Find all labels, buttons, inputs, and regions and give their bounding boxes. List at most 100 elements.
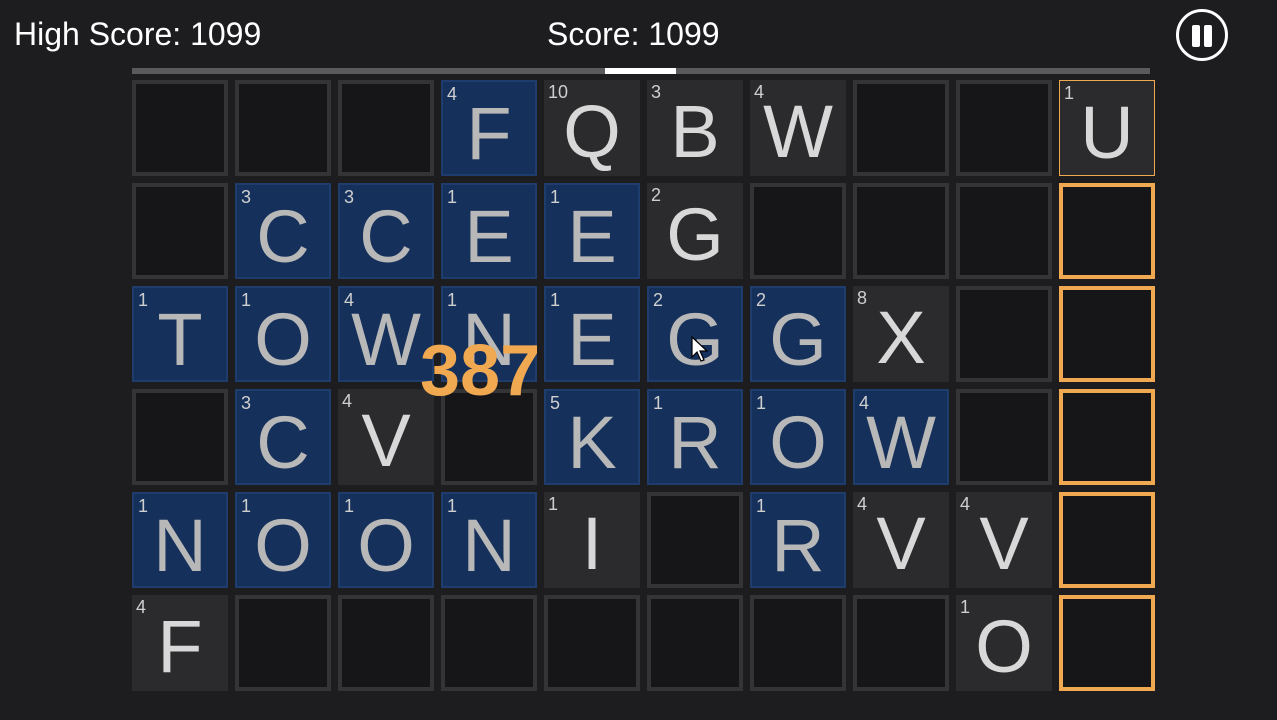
empty-cell[interactable] [853,595,949,691]
progress-indicator [605,68,676,74]
empty-cell[interactable] [441,389,537,485]
tile-letter: C [359,195,413,278]
letter-tile[interactable]: 1R [647,389,743,485]
letter-tile[interactable]: 3C [338,183,434,279]
tile-letter: C [256,195,310,278]
tile-letter: X [876,296,926,379]
letter-grid: 4F10Q3B4W1U3C3C1E1E2G1T1O4W1N1E2G2G8X3C4… [130,78,1155,693]
letter-tile[interactable]: 1N [132,492,228,588]
empty-cell[interactable] [853,80,949,176]
tile-letter: W [763,90,833,173]
tile-letter: O [975,605,1033,688]
empty-cell[interactable] [132,389,228,485]
letter-tile[interactable]: 1I [544,492,640,588]
letter-tile[interactable]: 1O [235,492,331,588]
letter-tile[interactable]: 4V [853,492,949,588]
tile-letter: O [254,504,312,587]
tile-letter: Q [563,90,621,173]
tile-letter: U [1080,91,1134,174]
letter-tile[interactable]: 4F [132,595,228,691]
empty-cell[interactable] [956,286,1052,382]
pause-button[interactable] [1176,9,1228,61]
letter-tile[interactable]: 1O [338,492,434,588]
letter-tile[interactable]: 4W [338,286,434,382]
tile-letter: E [567,298,617,381]
empty-cell[interactable] [853,183,949,279]
empty-cell[interactable] [338,595,434,691]
tile-letter: W [866,401,936,484]
letter-tile[interactable]: 2G [647,183,743,279]
tile-letter: C [256,401,310,484]
tile-letter: G [666,193,724,276]
letter-tile[interactable]: 1E [544,183,640,279]
empty-cell[interactable] [750,595,846,691]
target-slot[interactable] [1059,183,1155,279]
tile-letter: V [361,399,411,482]
target-slot[interactable] [1059,286,1155,382]
letter-tile[interactable]: 1T [132,286,228,382]
tile-letter: B [670,90,720,173]
tile-letter: N [153,504,207,587]
target-slot[interactable] [1059,492,1155,588]
letter-tile[interactable]: 10 Q [544,80,640,176]
letter-tile[interactable]: 1N [441,492,537,588]
letter-tile[interactable]: 4V [956,492,1052,588]
empty-cell[interactable] [544,595,640,691]
letter-tile[interactable]: 1E [544,286,640,382]
empty-cell[interactable] [338,80,434,176]
tile-letter: G [769,298,827,381]
empty-cell[interactable] [956,389,1052,485]
empty-cell[interactable] [441,595,537,691]
letter-tile[interactable]: 4W [853,389,949,485]
letter-tile[interactable]: 3C [235,389,331,485]
empty-cell[interactable] [750,183,846,279]
tile-letter: V [876,502,926,585]
letter-tile[interactable]: 4W [750,80,846,176]
tile-letter: V [979,502,1029,585]
empty-cell[interactable] [235,80,331,176]
tile-letter: R [771,504,825,587]
tile-letter: N [462,504,516,587]
empty-cell[interactable] [235,595,331,691]
tile-letter: O [254,298,312,381]
letter-tile[interactable]: 3C [235,183,331,279]
empty-cell[interactable] [956,183,1052,279]
letter-tile[interactable]: 1R [750,492,846,588]
letter-tile[interactable]: 1O [750,389,846,485]
tile-letter: W [351,298,421,381]
letter-tile[interactable]: 2G [750,286,846,382]
target-slot[interactable] [1059,389,1155,485]
empty-cell[interactable] [647,595,743,691]
letter-tile[interactable]: 1U [1059,80,1155,176]
tile-letter: N [462,298,516,381]
high-score-label: High Score: 1099 [14,16,262,52]
letter-tile[interactable]: 8X [853,286,949,382]
score-label: Score: 1099 [547,16,720,52]
tile-letter: O [769,401,827,484]
tile-letter: O [357,504,415,587]
letter-tile[interactable]: 1O [235,286,331,382]
letter-tile[interactable]: 1E [441,183,537,279]
empty-cell[interactable] [956,80,1052,176]
tile-letter: E [464,195,514,278]
letter-tile[interactable]: 1O [956,595,1052,691]
game-screen: High Score: 1099 Score: 1099 4 F 10 Q 3 B 4 W 1 U… [0,0,1277,720]
target-slot[interactable] [1059,595,1155,691]
letter-tile[interactable]: 2G [647,286,743,382]
letter-tile[interactable]: 5K [544,389,640,485]
tile-letter: I [581,502,603,585]
tile-letter: F [157,605,203,688]
tile-letter: F [466,92,512,175]
tile-letter: E [567,195,617,278]
tile-letter: R [668,401,722,484]
tile-letter: T [157,298,203,381]
mouse-pointer-icon [691,336,709,362]
letter-tile[interactable]: 4V [338,389,434,485]
letter-tile[interactable]: 3B [647,80,743,176]
tile-letter: K [567,401,617,484]
empty-cell[interactable] [132,183,228,279]
letter-tile[interactable]: 1N [441,286,537,382]
letter-tile[interactable]: 4F [441,80,537,176]
empty-cell[interactable] [132,80,228,176]
empty-cell[interactable] [647,492,743,588]
